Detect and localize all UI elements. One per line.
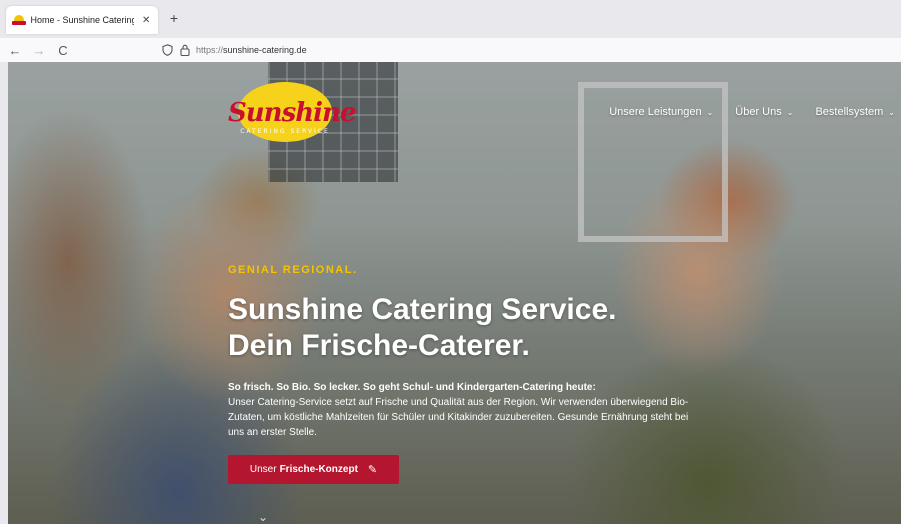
url-domain: sunshine-catering.de bbox=[223, 45, 307, 55]
scroll-down-icon[interactable]: ⌄ bbox=[258, 510, 268, 524]
frische-konzept-button[interactable]: Unser Frische-Konzept ✎ bbox=[228, 455, 399, 484]
url-text[interactable]: https://sunshine-catering.de bbox=[196, 45, 307, 55]
browser-tab-bar: Home - Sunshine Catering Serv ✕ + bbox=[0, 0, 901, 38]
web-page: Sunshine CATERING SERVICE Unsere Leistun… bbox=[8, 62, 901, 524]
hero-body-text: Unser Catering-Service setzt auf Frische… bbox=[228, 397, 689, 438]
new-tab-button[interactable]: + bbox=[166, 10, 182, 26]
site-logo[interactable]: Sunshine CATERING SERVICE bbox=[222, 82, 356, 144]
chevron-down-icon: ⌄ bbox=[888, 107, 895, 117]
site-main-menu: Unsere Leistungen ⌄ Über Uns ⌄ Bestellsy… bbox=[609, 106, 895, 118]
lock-icon[interactable] bbox=[178, 43, 192, 57]
back-button[interactable]: ← bbox=[6, 41, 24, 59]
hero-eyebrow: GENIAL REGIONAL. bbox=[228, 264, 358, 276]
forward-button[interactable]: → bbox=[30, 41, 48, 59]
menu-item-unsere-leistungen[interactable]: Unsere Leistungen ⌄ bbox=[609, 106, 713, 118]
cta-prefix: Unser bbox=[249, 464, 277, 475]
menu-item-label: Bestellsystem bbox=[815, 106, 884, 118]
logo-wordmark: Sunshine bbox=[228, 98, 356, 128]
hero-lead: So frisch. So Bio. So lecker. So geht Sc… bbox=[228, 382, 596, 393]
pencil-icon: ✎ bbox=[367, 464, 378, 476]
menu-item-ueber-uns[interactable]: Über Uns ⌄ bbox=[735, 106, 793, 118]
browser-tab[interactable]: Home - Sunshine Catering Serv ✕ bbox=[6, 6, 158, 34]
hero-title-line-1: Sunshine Catering Service. bbox=[228, 293, 617, 326]
cta-bold-label: Frische-Konzept bbox=[279, 464, 358, 475]
hero-title: Sunshine Catering Service. Dein Frische-… bbox=[228, 292, 616, 364]
url-protocol: https:// bbox=[196, 45, 224, 55]
menu-item-bestellsystem[interactable]: Bestellsystem ⌄ bbox=[815, 106, 895, 118]
menu-item-label: Über Uns bbox=[735, 106, 782, 118]
chevron-down-icon: ⌄ bbox=[786, 107, 794, 117]
browser-nav-bar: ← → C https://sunshine-catering.de bbox=[0, 38, 901, 62]
reload-button[interactable]: C bbox=[54, 41, 72, 59]
menu-item-label: Unsere Leistungen bbox=[609, 106, 702, 118]
logo-subtitle: CATERING SERVICE bbox=[240, 128, 330, 135]
tab-close-icon[interactable]: ✕ bbox=[140, 15, 152, 26]
tab-title: Home - Sunshine Catering Serv bbox=[30, 15, 135, 25]
sunshine-favicon-icon bbox=[12, 15, 26, 25]
address-bar[interactable]: https://sunshine-catering.de bbox=[160, 43, 307, 57]
chevron-down-icon: ⌄ bbox=[706, 107, 714, 117]
shield-icon[interactable] bbox=[160, 43, 174, 57]
hero-title-line-2: Dein Frische-Caterer. bbox=[228, 329, 530, 362]
